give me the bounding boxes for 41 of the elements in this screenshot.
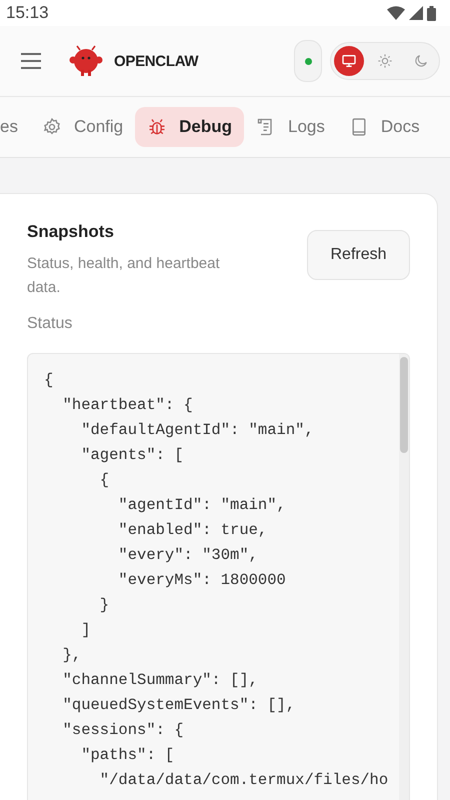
code-line: "agents": [ <box>80 445 185 466</box>
nav-tab[interactable]: Logs <box>244 107 337 147</box>
connection-indicator <box>294 40 322 82</box>
code-line: "everyMs": 1800000 <box>117 570 287 591</box>
code-line: } <box>98 595 110 616</box>
code-line: "every": "30m", <box>117 545 259 566</box>
refresh-button[interactable]: Refresh <box>307 230 410 280</box>
moon-icon <box>413 53 429 69</box>
clock-time: 15:13 <box>6 3 49 23</box>
nav-tab[interactable]: Docs <box>336 107 432 147</box>
code-line: { <box>44 370 54 391</box>
card-title: Snapshots <box>27 222 115 242</box>
code-line: "/data/data/com.termux/files/ho <box>98 770 390 791</box>
code-line: { <box>98 470 110 491</box>
signal-icon <box>409 6 423 20</box>
code-line: "channelSummary": [], <box>62 670 259 691</box>
section-label: Status <box>27 315 74 333</box>
code-line: }, <box>62 645 82 666</box>
code-line: "defaultAgentId": "main", <box>80 420 315 441</box>
nav-tab[interactable]: Debug <box>135 107 244 147</box>
bug-icon <box>147 117 168 137</box>
code-line: "paths": [ <box>80 745 176 766</box>
code-line: "enabled": true, <box>117 520 268 541</box>
scrollbar-thumb[interactable] <box>400 357 408 453</box>
nav-tab[interactable]: Config <box>30 107 136 147</box>
sun-icon <box>377 53 393 69</box>
card-subtitle: Status, health, and heartbeat data. <box>27 254 221 298</box>
monitor-icon <box>341 53 357 69</box>
nav-tab[interactable]: es <box>0 107 30 147</box>
code-line: "sessions": { <box>62 720 185 741</box>
code-line: ] <box>80 620 92 641</box>
code-line: "agentId": "main", <box>117 495 287 516</box>
gear-icon <box>42 117 62 137</box>
code-line: "queuedSystemEvents": [], <box>62 695 296 716</box>
battery-icon <box>427 6 436 20</box>
code-line: "heartbeat": { <box>62 395 194 416</box>
theme-option[interactable] <box>334 46 364 76</box>
brand-name: OPENCLAW <box>114 52 198 70</box>
menu-icon[interactable] <box>20 52 42 70</box>
wifi-icon <box>387 6 405 20</box>
creature-logo <box>68 44 104 78</box>
